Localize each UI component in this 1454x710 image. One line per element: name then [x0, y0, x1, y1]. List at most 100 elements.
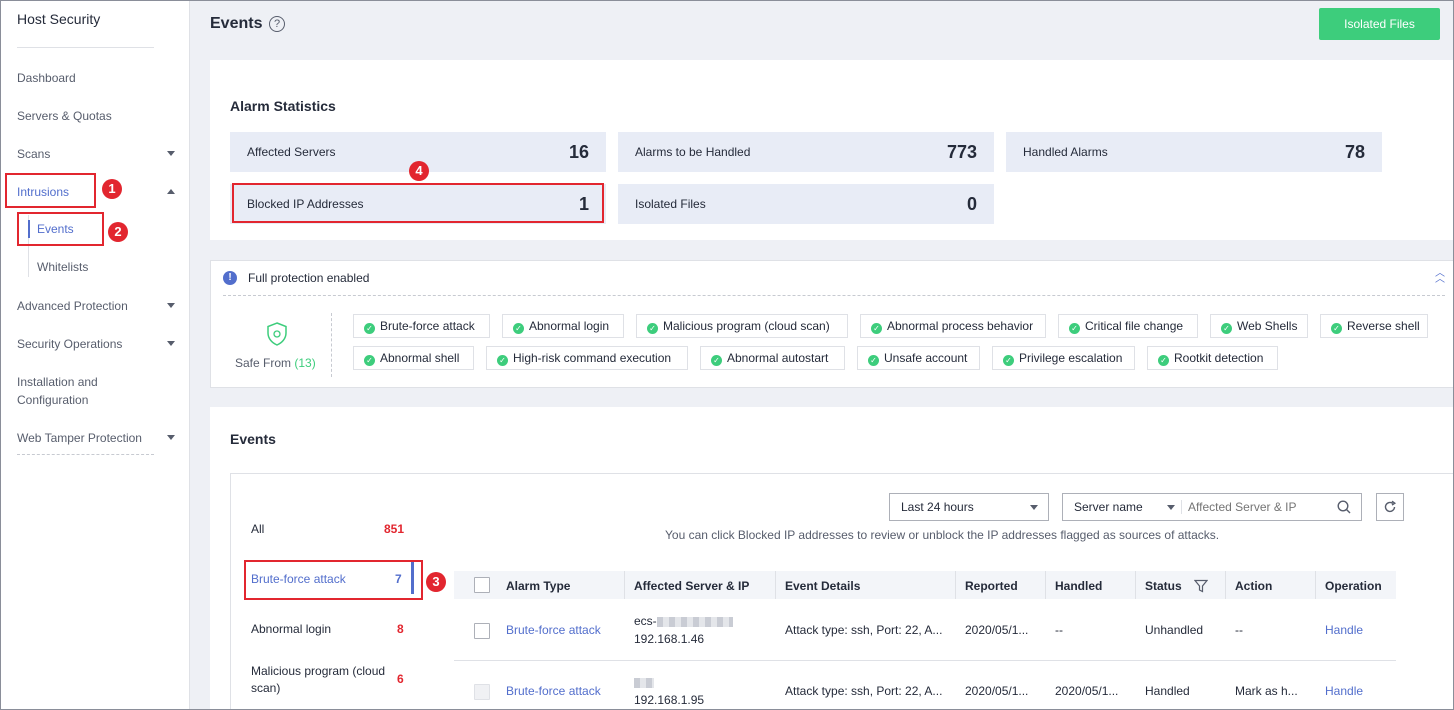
stat-label: Affected Servers: [247, 145, 336, 159]
check-circle-icon: ✓: [497, 355, 508, 366]
category-abnormal-login[interactable]: Abnormal login: [251, 622, 331, 636]
chevron-down-icon: [167, 341, 175, 346]
protection-tag: ✓ Rootkit detection: [1147, 346, 1278, 370]
sidebar-item-advanced-protection[interactable]: Advanced Protection: [17, 297, 177, 315]
handle-link[interactable]: Handle: [1325, 623, 1363, 637]
sidebar-item-security-operations[interactable]: Security Operations: [17, 335, 177, 353]
tag-label: Brute-force attack: [380, 319, 475, 333]
server-ip: 192.168.1.95: [634, 693, 705, 707]
tag-label: Reverse shell: [1347, 319, 1420, 333]
category-all[interactable]: All: [251, 522, 264, 536]
step-badge: 2: [108, 222, 128, 242]
stat-value: 78: [1344, 142, 1365, 162]
action-text: --: [1235, 623, 1243, 637]
protection-tag: ✓ Privilege escalation: [992, 346, 1135, 370]
check-circle-icon: ✓: [1331, 323, 1342, 334]
question-circle-icon[interactable]: ?: [269, 16, 285, 32]
sidebar-item-label: Scans: [17, 147, 51, 161]
column-divider: [1045, 571, 1046, 599]
divider: [1181, 500, 1182, 514]
filter-icon[interactable]: [1194, 579, 1208, 593]
column-header: Status: [1145, 579, 1182, 593]
time-range-select[interactable]: Last 24 hours: [889, 493, 1049, 521]
tag-label: Abnormal autostart: [727, 351, 829, 365]
sidebar-item-label: Security Operations: [17, 337, 123, 351]
check-circle-icon: ✓: [871, 323, 882, 334]
safe-from-text: Safe From: [235, 356, 292, 370]
alarm-type-link[interactable]: Brute-force attack: [506, 623, 601, 637]
check-circle-icon: ✓: [513, 323, 524, 334]
chevron-down-icon: [167, 303, 175, 308]
server-field-select[interactable]: Server name: [1063, 494, 1181, 520]
sidebar-item-servers-quotas[interactable]: Servers & Quotas: [17, 107, 177, 125]
protection-tag: ✓ Malicious program (cloud scan): [636, 314, 848, 338]
search-input[interactable]: [1188, 496, 1328, 518]
tag-label: Unsafe account: [884, 351, 968, 365]
column-header: Reported: [965, 579, 1018, 593]
category-malicious-program[interactable]: Malicious program (cloud scan): [251, 663, 391, 697]
sidebar: Host Security Dashboard Servers & Quotas…: [1, 1, 190, 709]
step-badge: 1: [102, 179, 122, 199]
handle-link[interactable]: Handle: [1325, 684, 1363, 698]
step-badge: 4: [409, 161, 429, 181]
check-circle-icon: ✓: [364, 355, 375, 366]
chevron-down-icon: [167, 151, 175, 156]
column-header: Alarm Type: [506, 579, 571, 593]
chevron-down-icon: [1167, 505, 1175, 510]
divider: [331, 313, 332, 377]
event-details: Attack type: ssh, Port: 22, A...: [785, 684, 943, 698]
refresh-icon: [1384, 500, 1397, 513]
stat-isolated-files[interactable]: Isolated Files 0: [618, 184, 994, 224]
chevron-up-icon: [167, 189, 175, 194]
refresh-button[interactable]: [1376, 493, 1404, 521]
redacted-block: [656, 616, 733, 627]
stat-handled-alarms[interactable]: Handled Alarms 78: [1006, 132, 1382, 172]
chevron-double-up-icon[interactable]: ︿ ︿: [1435, 269, 1445, 285]
select-value: Server name: [1074, 500, 1143, 514]
stat-label: Handled Alarms: [1023, 145, 1108, 159]
server-ip: 192.168.1.46: [634, 632, 705, 646]
sidebar-item-web-tamper-protection[interactable]: Web Tamper Protection: [17, 429, 177, 447]
column-divider: [624, 571, 625, 599]
protection-tag: ✓ Abnormal login: [502, 314, 624, 338]
stat-value: 0: [966, 194, 977, 214]
check-circle-icon: ✓: [1003, 355, 1014, 366]
category-count: 8: [397, 622, 404, 636]
sidebar-item-dashboard[interactable]: Dashboard: [17, 69, 177, 87]
select-all-checkbox[interactable]: [474, 577, 490, 593]
row-checkbox[interactable]: [474, 684, 490, 700]
row-divider: [454, 660, 1396, 661]
column-divider: [775, 571, 776, 599]
protection-tag: ✓ Abnormal autostart: [700, 346, 845, 370]
tag-label: High-risk command execution: [513, 351, 672, 365]
row-checkbox[interactable]: [474, 623, 490, 639]
highlight-box: [232, 183, 604, 223]
status-text: Unhandled: [1145, 623, 1204, 637]
chevron-down-icon: [167, 435, 175, 440]
highlight-box: [17, 212, 104, 246]
sidebar-item-scans[interactable]: Scans: [17, 145, 177, 163]
column-header: Affected Server & IP: [634, 579, 750, 593]
action-text: Mark as h...: [1235, 684, 1298, 698]
info-icon: !: [223, 271, 237, 285]
stat-alarms-to-handle[interactable]: Alarms to be Handled 773: [618, 132, 994, 172]
column-divider: [1225, 571, 1226, 599]
status-text: Handled: [1145, 684, 1190, 698]
sidebar-item-installation[interactable]: Installation and Configuration: [17, 373, 127, 409]
tag-label: Abnormal login: [529, 319, 610, 333]
server-name: ecs-: [634, 614, 733, 628]
column-header: Event Details: [785, 579, 861, 593]
alarm-type-link[interactable]: Brute-force attack: [506, 684, 601, 698]
category-count: 6: [397, 672, 404, 686]
safe-from-label: Safe From (13): [235, 356, 316, 370]
redacted-block: [634, 677, 654, 688]
search-icon[interactable]: [1337, 500, 1351, 514]
isolated-files-button[interactable]: Isolated Files: [1319, 8, 1440, 40]
protection-tag: ✓ Abnormal process behavior: [860, 314, 1046, 338]
protection-tag: ✓ Brute-force attack: [353, 314, 490, 338]
highlight-box: [5, 173, 96, 208]
check-circle-icon: ✓: [364, 323, 375, 334]
sidebar-title: Host Security: [17, 11, 101, 27]
protection-panel: ! Full protection enabled ︿ ︿ Safe From (…: [210, 260, 1453, 388]
sidebar-item-whitelists[interactable]: Whitelists: [37, 260, 88, 274]
